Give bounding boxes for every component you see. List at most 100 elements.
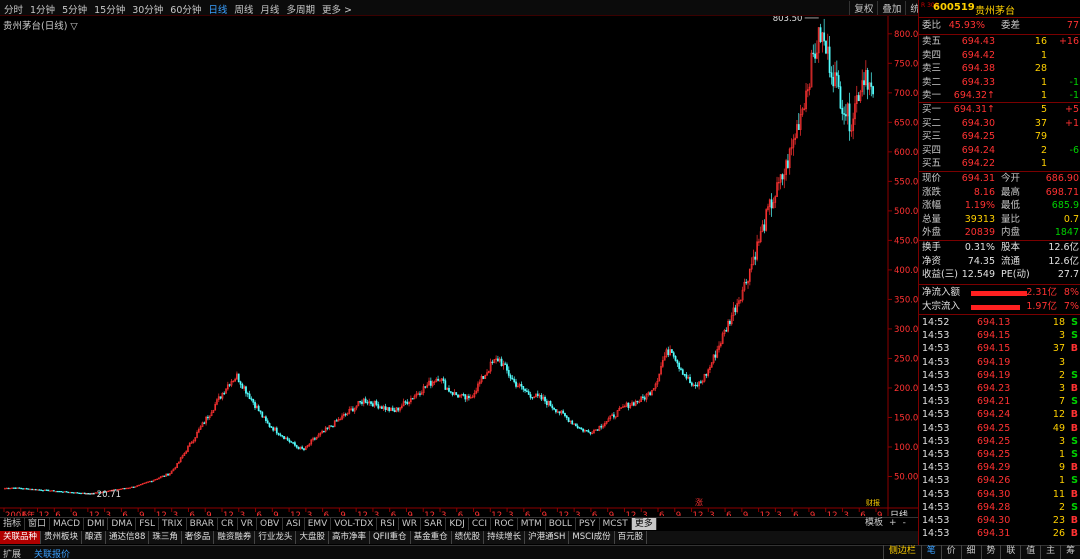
expand-label[interactable]: 扩展 — [3, 547, 21, 559]
tick-row[interactable]: 14:53 694.21 7 S — [919, 395, 1080, 408]
indicator-tab[interactable]: WR — [399, 518, 422, 530]
indicator-tab[interactable]: SAR — [421, 518, 447, 530]
panel-tab[interactable]: 笔 — [920, 545, 941, 559]
x-tick-label: 6 — [659, 511, 664, 516]
tick-row[interactable]: 14:53 694.28 2 S — [919, 501, 1080, 514]
category-tab[interactable]: 沪港通SH — [525, 531, 570, 544]
indicator-tab[interactable]: KDJ — [446, 518, 469, 530]
tick-row[interactable]: 14:53 694.24 12 B — [919, 408, 1080, 421]
category-tab[interactable]: 持续增长 — [484, 531, 526, 544]
indicator-tab[interactable]: MCST — [600, 518, 632, 530]
period-tab[interactable]: 分时 — [4, 2, 23, 16]
category-tab[interactable]: MSCI成份 — [569, 531, 615, 544]
category-tab[interactable]: 酿酒 — [82, 531, 107, 544]
indicator-tab[interactable]: CCI — [469, 518, 492, 530]
tick-row[interactable]: 14:53 694.30 23 B — [919, 514, 1080, 527]
period-tab[interactable]: 15分钟 — [94, 2, 125, 16]
tick-row[interactable]: 14:53 694.25 49 B — [919, 422, 1080, 435]
order-row: 买一 694.31↑ 5 +5 — [919, 104, 1080, 116]
tick-volume: 3 — [1058, 356, 1065, 368]
indicator-tab[interactable]: BOLL — [546, 518, 576, 530]
tick-row[interactable]: 14:53 694.31 26 B — [919, 527, 1080, 540]
indicator-tab[interactable]: 更多 — [631, 518, 657, 530]
panel-tab[interactable]: 侧边栏 — [883, 545, 921, 559]
period-tab[interactable]: 30分钟 — [132, 2, 163, 16]
indicator-tab[interactable]: DMA — [108, 518, 137, 530]
period-tab[interactable]: 5分钟 — [62, 2, 87, 16]
candle-body — [564, 413, 566, 417]
period-tab[interactable]: 日线 — [208, 2, 227, 16]
indicator-tab[interactable]: FSL — [136, 518, 159, 530]
indicator-tab[interactable]: MTM — [518, 518, 546, 530]
tick-row[interactable]: 14:53 694.15 37 B — [919, 342, 1080, 355]
template-nav-button[interactable]: 模板 — [862, 517, 886, 530]
panel-tab[interactable]: 值 — [1020, 545, 1040, 559]
indicator-tab[interactable]: RSI — [377, 518, 399, 530]
indicator-tab[interactable]: TRIX — [159, 518, 187, 530]
category-tab[interactable]: 百元股 — [615, 531, 648, 544]
tool-button[interactable]: 复权 — [849, 1, 877, 15]
period-tab[interactable]: 周线 — [234, 2, 253, 16]
period-tab[interactable]: 60分钟 — [170, 2, 201, 16]
category-tab[interactable]: 高市净率 — [329, 531, 370, 544]
indicator-tab[interactable]: DMI — [84, 518, 109, 530]
category-tab[interactable]: 珠三角 — [149, 531, 182, 544]
quote-row: 现价 694.31 今开 686.90 — [919, 173, 1080, 185]
tick-row[interactable]: 14:53 694.15 3 S — [919, 329, 1080, 342]
category-tab[interactable]: 融资融券 — [214, 531, 256, 544]
divider — [919, 240, 1080, 241]
period-tab[interactable]: 1分钟 — [30, 2, 55, 16]
template-nav-button[interactable]: - — [900, 517, 909, 530]
indicator-tab[interactable]: 窗口 — [25, 518, 51, 530]
indicator-tab[interactable]: MACD — [50, 518, 85, 530]
tick-row[interactable]: 14:52 694.13 18 S — [919, 316, 1080, 329]
category-tab[interactable]: 贵州板块 — [41, 531, 83, 544]
indicator-tab[interactable]: ASI — [283, 518, 305, 530]
tick-row[interactable]: 14:53 694.29 9 B — [919, 461, 1080, 474]
period-tab[interactable]: 多周期 — [286, 2, 315, 16]
category-tab[interactable]: 行业龙头 — [255, 531, 297, 544]
candle-body — [301, 446, 304, 449]
tick-row[interactable]: 14:53 694.19 2 S — [919, 369, 1080, 382]
category-tab[interactable]: 奢侈品 — [182, 531, 215, 544]
indicator-tab[interactable]: ROC — [491, 518, 518, 530]
max-price-label: 803.50 — [773, 16, 803, 24]
category-tab[interactable]: 绩优股 — [452, 531, 485, 544]
tick-row[interactable]: 14:53 694.19 3 — [919, 356, 1080, 369]
stat-label: 收益(三) — [922, 269, 958, 280]
panel-tab[interactable]: 联 — [1000, 545, 1020, 559]
indicator-tab[interactable]: 指标 — [0, 518, 26, 530]
kline-chart[interactable]: 50.00 100.0 150.0 200.0 250.0 300.0 350.0 400.0… — [0, 16, 918, 516]
panel-tab[interactable]: 筹 — [1060, 545, 1080, 559]
category-tab[interactable]: QFII重仓 — [370, 531, 411, 544]
indicator-tab[interactable]: CR — [218, 518, 238, 530]
tick-row[interactable]: 14:53 694.25 3 S — [919, 435, 1080, 448]
candle-body — [203, 422, 206, 424]
tick-row[interactable]: 14:53 694.26 1 S — [919, 474, 1080, 487]
tick-row[interactable]: 14:53 694.23 3 B — [919, 382, 1080, 395]
panel-tab[interactable]: 主 — [1040, 545, 1060, 559]
category-tab[interactable]: 大盘股 — [296, 531, 329, 544]
indicator-tab[interactable]: VR — [238, 518, 258, 530]
related-quote-label[interactable]: 关联报价 — [34, 547, 70, 559]
panel-tab[interactable]: 细 — [960, 545, 981, 559]
indicator-tab[interactable]: EMV — [305, 518, 332, 530]
candle-body — [540, 395, 543, 400]
period-tab[interactable]: 月线 — [260, 2, 279, 16]
period-tab[interactable]: 更多 > — [322, 2, 352, 16]
indicator-tab[interactable]: BRAR — [187, 518, 219, 530]
candle-body — [690, 382, 693, 386]
stat-label: 股本 — [1001, 242, 1021, 253]
indicator-tab[interactable]: VOL-TDX — [331, 518, 378, 530]
category-tab[interactable]: 基金重仓 — [411, 531, 452, 544]
tick-row[interactable]: 14:53 694.30 11 B — [919, 488, 1080, 501]
tool-button[interactable]: 叠加 — [877, 1, 905, 15]
category-tab[interactable]: 通达信88 — [106, 531, 150, 544]
indicator-tab[interactable]: PSY — [576, 518, 600, 530]
template-nav-button[interactable]: + — [886, 517, 900, 530]
category-tab[interactable]: 关联品种 — [0, 531, 42, 544]
tick-row[interactable]: 14:53 694.25 1 S — [919, 448, 1080, 461]
panel-tab[interactable]: 价 — [940, 545, 961, 559]
panel-tab[interactable]: 势 — [980, 545, 1001, 559]
indicator-tab[interactable]: OBV — [257, 518, 284, 530]
